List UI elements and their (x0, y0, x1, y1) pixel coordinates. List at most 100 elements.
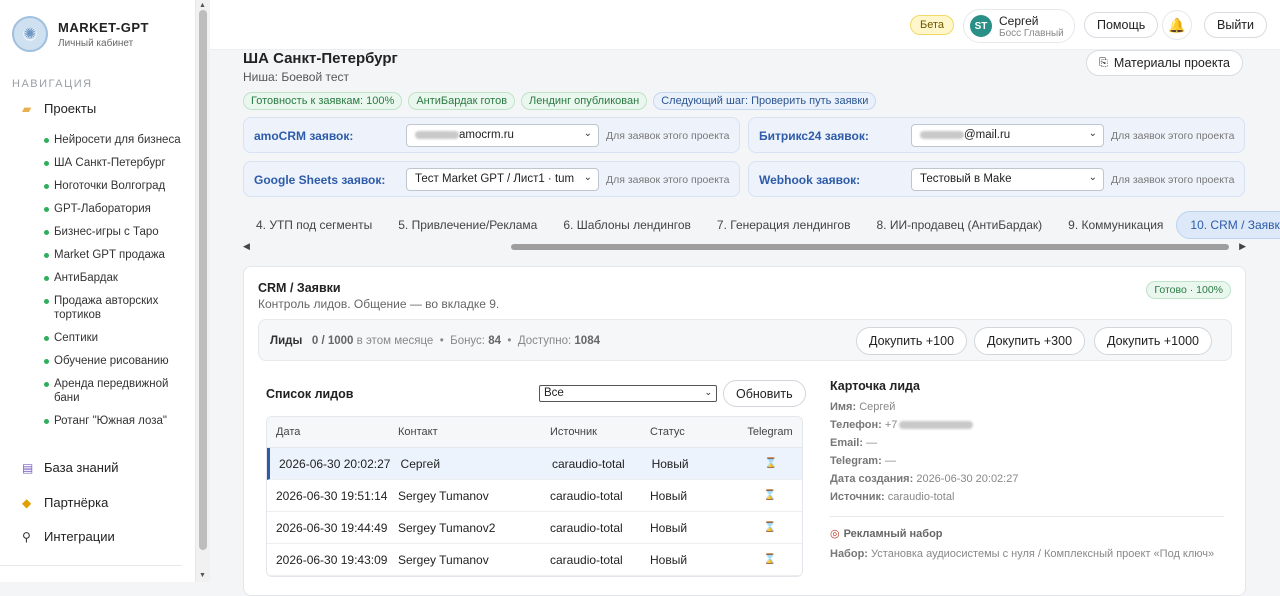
column-header[interactable]: Статус (650, 426, 739, 438)
column-header[interactable]: Дата (267, 426, 398, 438)
leads-quota: Лиды 0 / 1000 в этом месяце • Бонус: 84 … (270, 335, 600, 347)
sidebar-item-label: GPT-Лаборатория (54, 203, 151, 215)
tab-crm[interactable]: 10. CRM / Заявки (1176, 211, 1280, 239)
table-cell: caraudio-total (550, 552, 623, 567)
tab-landing-generation[interactable]: 7. Генерация лендингов (704, 212, 864, 238)
table-cell: Sergey Tumanov (398, 488, 489, 503)
sidebar-scrollbar[interactable]: ▲ ▼ (196, 0, 210, 582)
sidebar-item-project[interactable]: Аренда передвижной бани (44, 377, 184, 405)
sidebar-item-project[interactable]: Market GPT продажа (44, 248, 184, 262)
status-dot-icon (44, 207, 49, 212)
refresh-button[interactable]: Обновить (723, 380, 806, 407)
scroll-left-icon[interactable]: ◀ (243, 241, 250, 252)
nav-item-projects[interactable]: ▰ Проекты (22, 101, 96, 116)
field-label: Источник: (830, 491, 885, 503)
scrollbar-thumb[interactable] (511, 244, 1229, 250)
sidebar-item-project[interactable]: Обучение рисованию (44, 354, 184, 368)
sidebar-item-label: Обучение рисованию (54, 355, 169, 367)
integration-webhook: Webhook заявок: Тестовый в Make ⌄ Для зая… (748, 161, 1245, 197)
sidebar-item-project[interactable]: Ротанг "Южная лоза" (44, 414, 184, 428)
buy-100-button[interactable]: Докупить +100 (856, 327, 968, 355)
table-row[interactable]: 2026-06-30 19:51:14 Sergey Tumanov caraudi… (267, 480, 802, 512)
table-row[interactable]: 2026-06-30 19:44:49 Sergey Tumanov2 caraud… (267, 512, 802, 544)
table-row[interactable]: 2026-06-30 20:02:27 Сергей caraudio-total Н… (267, 448, 802, 480)
ad-set-heading: ◎ Рекламный набор (830, 527, 1230, 540)
brand[interactable]: ✺ MARKET-GPT Личный кабинет (12, 16, 149, 52)
available-label: Доступно: (517, 335, 572, 347)
sidebar-item-project[interactable]: Продажа авторских тортиков (44, 294, 184, 322)
status-chip: АнтиБардак готов (408, 92, 516, 110)
status-filter-select[interactable]: Все ⌄ (539, 385, 717, 402)
tab-utp[interactable]: 4. УТП под сегменты (243, 212, 385, 238)
tabs-scrollbar[interactable]: ◀ ▶ (243, 241, 1246, 252)
tab-communication[interactable]: 9. Коммуникация (1055, 212, 1176, 238)
sidebar-item-label: Аренда передвижной бани (54, 378, 169, 404)
scroll-right-icon[interactable]: ▶ (1239, 241, 1246, 252)
sidebar-item-label: Нейросети для бизнеса (54, 134, 181, 146)
scrollbar-thumb[interactable] (199, 10, 207, 550)
scroll-up-icon[interactable]: ▲ (199, 2, 206, 9)
page-title: ША Санкт-Петербург (243, 50, 398, 67)
column-header[interactable]: Telegram (739, 426, 801, 438)
help-button[interactable]: Помощь (1084, 12, 1159, 38)
sidebar-divider (0, 565, 182, 566)
hourglass-icon: ⌛ (763, 490, 777, 501)
tab-ads[interactable]: 5. Привлечение/Реклама (385, 212, 550, 238)
field-label: Telegram: (830, 455, 882, 467)
select-value: amocrm.ru (459, 129, 514, 141)
brain-icon: ✺ (12, 16, 48, 52)
brand-title: MARKET-GPT (58, 19, 149, 35)
sheets-select[interactable]: Тест Market GPT / Лист1 · tum ⌄ (406, 168, 599, 191)
table-cell: 2026-06-30 20:02:27 (279, 456, 391, 471)
sidebar: ✺ MARKET-GPT Личный кабинет НАВИГАЦИЯ ▰ … (0, 0, 196, 582)
bitrix-select[interactable]: @mail.ru ⌄ (911, 124, 1104, 147)
sidebar-item-project[interactable]: Септики (44, 331, 184, 345)
status-dot-icon (44, 359, 49, 364)
nav-item-partner[interactable]: ◆ Партнёрка (22, 495, 108, 510)
topbar: Бета ST Сергей Босс Главный Помощь 🔔 Вый… (210, 0, 1280, 50)
sidebar-item-project[interactable]: GPT-Лаборатория (44, 202, 184, 216)
materials-button[interactable]: ⎘ Материалы проекта (1086, 50, 1243, 76)
table-row[interactable]: 2026-06-30 19:43:09 Sergey Tumanov caraudi… (267, 544, 802, 576)
tab-ai-seller[interactable]: 8. ИИ-продавец (АнтиБардак) (863, 212, 1055, 238)
panel-subtitle: Контроль лидов. Общение — во вкладке 9. (258, 297, 500, 311)
next-step-chip[interactable]: Следующий шаг: Проверить путь заявки (653, 92, 877, 110)
column-header[interactable]: Источник (550, 426, 650, 438)
sidebar-item-label: Ноготочки Волгоград (54, 180, 166, 192)
user-menu[interactable]: ST Сергей Босс Главный (963, 9, 1075, 43)
sidebar-item-label: Market GPT продажа (54, 249, 165, 261)
webhook-select[interactable]: Тестовый в Make ⌄ (911, 168, 1104, 191)
logout-button[interactable]: Выйти (1204, 12, 1268, 38)
scroll-down-icon[interactable]: ▼ (199, 572, 206, 579)
sidebar-item-project[interactable]: ША Санкт-Петербург (44, 156, 184, 170)
amocrm-select[interactable]: amocrm.ru ⌄ (406, 124, 599, 147)
table-cell: 2026-06-30 19:44:49 (276, 520, 388, 535)
sidebar-item-project[interactable]: Бизнес-игры с Таро (44, 225, 184, 239)
status-dot-icon (44, 138, 49, 143)
buy-300-button[interactable]: Докупить +300 (974, 327, 1086, 355)
table-cell: Новый (650, 488, 688, 503)
table-cell: Sergey Tumanov (398, 552, 489, 567)
filter-value: Все (544, 387, 564, 399)
books-icon: ▤ (22, 460, 34, 475)
sidebar-item-project[interactable]: Ноготочки Волгоград (44, 179, 184, 193)
nav-item-knowledge[interactable]: ▤ База знаний (22, 460, 119, 475)
buy-1000-button[interactable]: Докупить +1000 (1094, 327, 1212, 355)
tab-landing-templates[interactable]: 6. Шаблоны лендингов (550, 212, 704, 238)
column-header[interactable]: Контакт (398, 426, 550, 438)
sidebar-item-project[interactable]: Нейросети для бизнеса (44, 133, 184, 147)
bell-icon[interactable]: 🔔 (1162, 10, 1192, 40)
sidebar-item-project[interactable]: АнтиБардак (44, 271, 184, 285)
folder-icon: ▰ (22, 101, 32, 116)
materials-label: Материалы проекта (1113, 56, 1230, 70)
select-value: Тестовый в Make (920, 173, 1012, 185)
field-value: — (866, 437, 878, 449)
table-cell: caraudio-total (550, 488, 623, 503)
handshake-icon: ◆ (22, 495, 32, 510)
status-dot-icon (44, 253, 49, 258)
nav-item-integrations[interactable]: ⚲ Интеграции (22, 529, 115, 544)
hourglass-icon: ⌛ (763, 522, 777, 533)
table-cell: Новый (650, 520, 688, 535)
chevron-down-icon: ⌄ (704, 387, 712, 397)
integration-label: Битрикс24 заявок: (759, 129, 869, 143)
